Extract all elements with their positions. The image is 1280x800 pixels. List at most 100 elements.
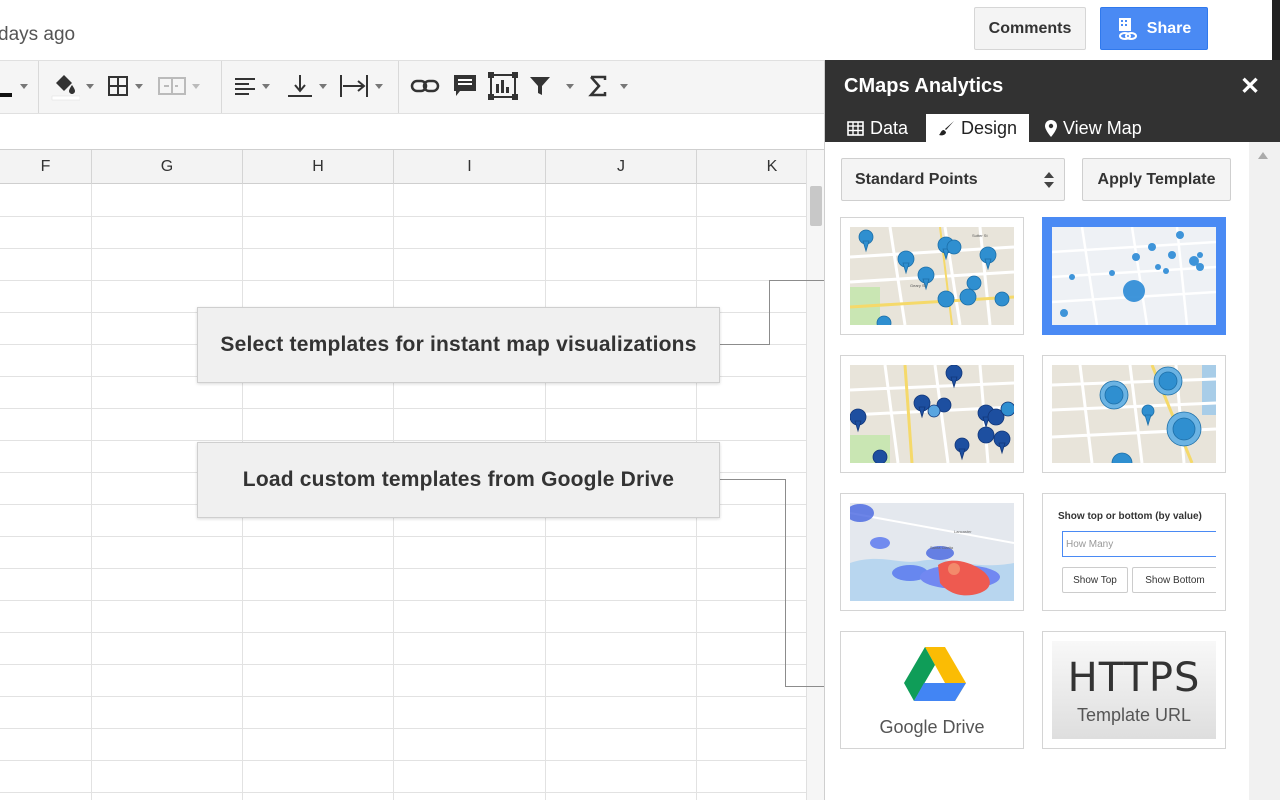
align-left-icon	[235, 78, 255, 95]
brush-icon	[939, 120, 954, 135]
sidebar-scrollbar[interactable]	[1249, 142, 1280, 800]
tab-data-label: Data	[870, 117, 909, 138]
cmaps-sidebar: CMaps Analytics ✕ Data Design View Map S…	[824, 60, 1280, 800]
template-bubble-map[interactable]	[1042, 217, 1226, 335]
row-gridline	[0, 568, 806, 569]
sidebar-header: CMaps Analytics ✕	[825, 60, 1280, 114]
scroll-up-icon[interactable]	[1258, 152, 1268, 159]
design-panel: Standard Points Apply Template Sutter St…	[825, 142, 1249, 800]
template-standard-points[interactable]: Sutter St Geary St	[840, 217, 1024, 335]
table-icon	[847, 120, 864, 136]
row-gridline	[0, 536, 806, 537]
template-cluster-map[interactable]	[1042, 355, 1226, 473]
share-button[interactable]: Share	[1100, 7, 1208, 50]
template-top-bottom-filter[interactable]: Show top or bottom (by value) How Many S…	[1042, 493, 1226, 611]
last-edit-text[interactable]: days ago	[0, 24, 75, 46]
vertical-align-button[interactable]	[287, 71, 327, 101]
column-header-g[interactable]: G	[92, 150, 243, 184]
row-gridline	[0, 216, 806, 217]
row-gridline	[0, 760, 806, 761]
sidebar-title: CMaps Analytics	[844, 75, 1004, 97]
template-google-drive[interactable]: Google Drive	[840, 631, 1024, 749]
template-heat-map[interactable]: Lancaster Santa Clarita	[840, 493, 1024, 611]
chevron-down-icon	[375, 83, 383, 89]
map-preview-image	[1052, 365, 1216, 463]
map-preview-image	[1052, 227, 1216, 325]
select-value: Standard Points	[855, 170, 978, 188]
apply-template-button[interactable]: Apply Template	[1082, 158, 1231, 201]
borders-button[interactable]	[107, 71, 143, 101]
column-gridline	[91, 184, 92, 800]
map-preview-image: Lancaster Santa Clarita	[850, 503, 1014, 601]
row-gridline	[0, 664, 806, 665]
top-bar: days ago Comments Share	[0, 0, 1280, 78]
map-preview-image: Sutter St Geary St	[850, 227, 1014, 325]
merge-cells-button[interactable]	[158, 71, 200, 101]
template-https-url[interactable]: HTTPS Template URL	[1042, 631, 1226, 749]
svg-text:Geary St: Geary St	[910, 283, 927, 288]
align-button[interactable]	[234, 71, 270, 101]
tab-design-label: Design	[961, 117, 1018, 138]
how-many-input[interactable]: How Many	[1062, 531, 1216, 557]
toolbar-divider	[221, 61, 222, 113]
close-icon[interactable]: ✕	[1236, 72, 1264, 100]
tab-data[interactable]: Data	[847, 114, 925, 142]
sigma-icon	[588, 75, 607, 97]
functions-button[interactable]	[588, 71, 628, 101]
tab-view-map[interactable]: View Map	[1045, 114, 1165, 142]
row-gridline	[0, 408, 806, 409]
sidebar-tabs: Data Design View Map	[825, 114, 1280, 142]
column-header-h[interactable]: H	[243, 150, 394, 184]
text-wrap-button[interactable]	[339, 71, 383, 101]
tab-design[interactable]: Design	[926, 114, 1029, 142]
template-dense-points[interactable]	[840, 355, 1024, 473]
comment-icon	[454, 75, 476, 96]
column-header-k[interactable]: K	[697, 150, 806, 184]
tab-view-map-label: View Map	[1063, 117, 1142, 138]
text-color-icon	[0, 93, 12, 97]
row-gridline	[0, 248, 806, 249]
template-type-select[interactable]: Standard Points	[841, 158, 1065, 201]
chevron-down-icon	[620, 83, 628, 89]
show-bottom-button[interactable]: Show Bottom	[1132, 567, 1216, 593]
insert-chart-button[interactable]	[488, 71, 518, 101]
text-wrap-icon	[340, 75, 368, 97]
google-drive-icon	[904, 647, 966, 701]
fill-color-button[interactable]	[50, 71, 94, 101]
formula-bar[interactable]	[0, 114, 824, 150]
link-icon	[410, 79, 440, 93]
template-url-label: Template URL	[1076, 705, 1192, 725]
row-gridline	[0, 632, 806, 633]
row-gridline	[0, 696, 806, 697]
borders-icon	[108, 76, 128, 96]
share-icon	[1118, 17, 1137, 40]
comments-button[interactable]: Comments	[974, 7, 1086, 50]
column-header-j[interactable]: J	[546, 150, 697, 184]
toolbar-divider	[38, 61, 39, 113]
map-marker-icon	[1045, 119, 1057, 137]
top-bottom-title: Show top or bottom (by value)	[1058, 511, 1202, 522]
chart-icon	[488, 72, 518, 100]
svg-text:Santa Clarita: Santa Clarita	[930, 545, 954, 550]
row-gridline	[0, 728, 806, 729]
column-header-f[interactable]: F	[0, 150, 92, 184]
chevron-down-icon	[319, 83, 327, 89]
paint-bucket-icon	[51, 75, 80, 101]
show-top-button[interactable]: Show Top	[1062, 567, 1128, 593]
https-badge: HTTPS Template URL	[1052, 641, 1216, 739]
select-arrows-icon	[1044, 172, 1054, 188]
column-headers: F G H I J K	[0, 150, 806, 184]
templates-callout: Select templates for instant map visuali…	[197, 307, 720, 383]
google-drive-label: Google Drive	[879, 717, 985, 737]
column-header-i[interactable]: I	[394, 150, 546, 184]
row-gridline	[0, 440, 806, 441]
text-color-button[interactable]	[0, 71, 28, 101]
scrollbar-thumb[interactable]	[810, 186, 822, 226]
insert-link-button[interactable]	[410, 71, 440, 101]
svg-text:Lancaster: Lancaster	[954, 529, 972, 534]
callout-connector	[719, 344, 770, 345]
svg-text:Sutter St: Sutter St	[972, 233, 988, 238]
grid-vertical-scrollbar[interactable]	[806, 150, 824, 800]
filter-button[interactable]	[528, 71, 574, 101]
insert-comment-button[interactable]	[452, 71, 478, 101]
